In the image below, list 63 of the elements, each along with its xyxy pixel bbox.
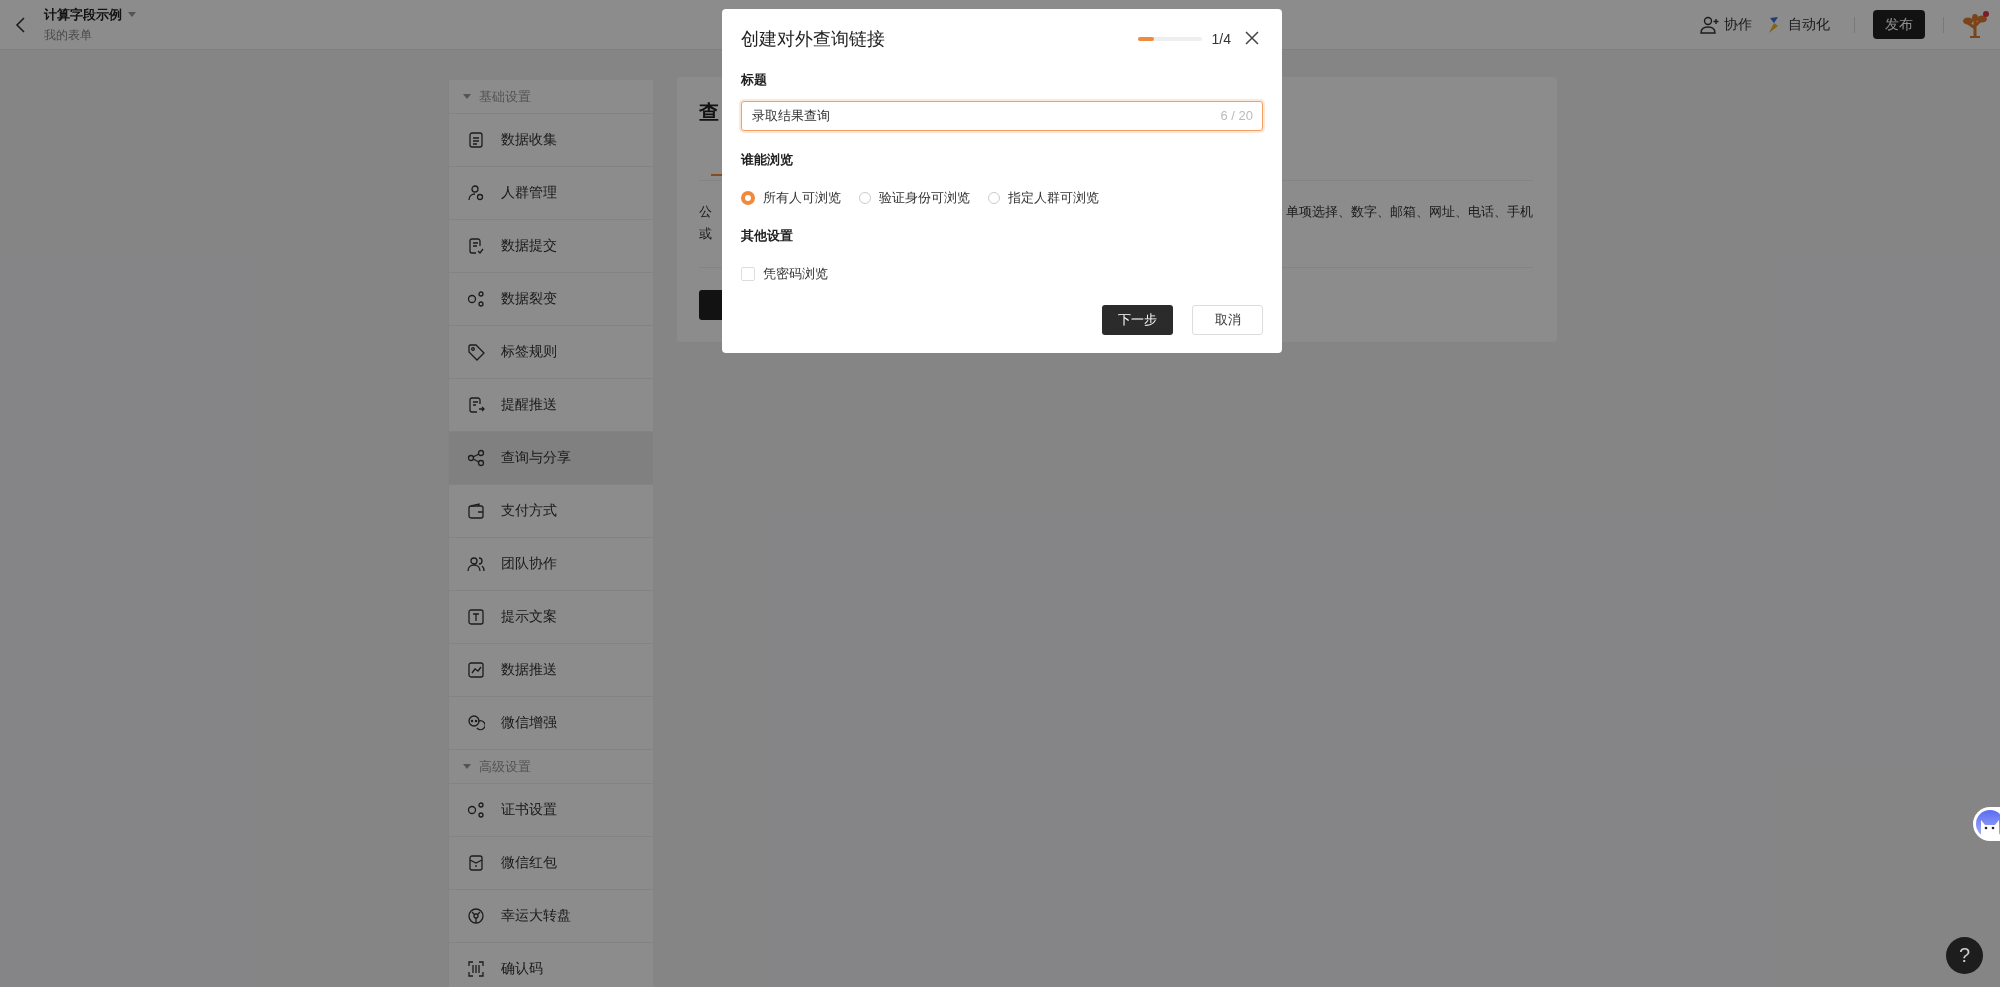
envelope-icon (467, 854, 485, 872)
field-label: 其他设置 (741, 227, 794, 245)
help-button[interactable]: ? (1946, 937, 1983, 974)
back-icon[interactable] (14, 15, 28, 34)
add-user-icon (1700, 15, 1720, 34)
sidebar-item[interactable]: 查询与分享 (449, 432, 653, 485)
sidebar-item[interactable]: 微信红包 (449, 837, 653, 890)
sidebar-item[interactable]: 数据推送 (449, 644, 653, 697)
sidebar-item[interactable]: 人群管理 (449, 167, 653, 220)
checkbox-label: 凭密码浏览 (763, 265, 828, 283)
sidebar-item[interactable]: 团队协作 (449, 538, 653, 591)
nodes-icon (467, 290, 485, 308)
radio-label: 指定人群可浏览 (1008, 189, 1099, 207)
visibility-radio[interactable]: 所有人可浏览 (741, 189, 841, 207)
cat-avatar-icon[interactable] (1972, 806, 2000, 842)
people-icon (467, 555, 485, 573)
chat-icon (467, 714, 485, 732)
cancel-button[interactable]: 取消 (1192, 305, 1263, 335)
field-label: 谁能浏览 (741, 151, 794, 169)
visibility-radio[interactable]: 指定人群可浏览 (988, 189, 1099, 207)
document-icon (467, 131, 485, 149)
share-icon (467, 449, 485, 467)
form-subtitle: 我的表单 (44, 26, 93, 44)
wheel-icon (467, 907, 485, 925)
step-counter: 1/4 (1211, 31, 1231, 47)
close-icon (1245, 30, 1259, 45)
wallet-icon (467, 502, 485, 520)
field-label: 标题 (741, 71, 768, 89)
tag-icon (467, 343, 485, 361)
dialog-title: 创建对外查询链接 (741, 28, 886, 51)
text-box-icon (467, 608, 485, 626)
radio-label: 所有人可浏览 (763, 189, 841, 207)
visibility-radio[interactable]: 验证身份可浏览 (859, 189, 970, 207)
sidebar-item[interactable]: 支付方式 (449, 485, 653, 538)
document-check-icon (467, 237, 485, 255)
description-text: 单项选择、数字、邮箱、网址、电话、手机 (1286, 203, 1533, 221)
description-text: 公 (699, 203, 712, 221)
document-arrow-icon (467, 396, 485, 414)
sidebar-item[interactable]: 数据收集 (449, 114, 653, 167)
password-checkbox[interactable]: 凭密码浏览 (741, 265, 828, 283)
sidebar-item[interactable]: 标签规则 (449, 326, 653, 379)
scan-icon (467, 960, 485, 978)
caret-icon[interactable] (128, 11, 136, 18)
sidebar-item[interactable]: 数据提交 (449, 220, 653, 273)
plant-logo-icon[interactable] (1962, 9, 1990, 40)
radio-label: 验证身份可浏览 (879, 189, 970, 207)
sidebar-item[interactable]: 确认码 (449, 943, 653, 987)
automation-button[interactable]: 自动化 (1758, 15, 1836, 34)
sidebar-item[interactable]: 数据裂变 (449, 273, 653, 326)
person-icon (467, 184, 485, 202)
sidebar-item[interactable]: 提示文案 (449, 591, 653, 644)
sidebar-item[interactable]: 微信增强 (449, 697, 653, 750)
nodes-icon (467, 801, 485, 819)
card-title: 查 (699, 100, 719, 125)
sidebar-item[interactable]: 幸运大转盘 (449, 890, 653, 943)
collaborate-button[interactable]: 协作 (1694, 15, 1758, 34)
chart-icon (467, 661, 485, 679)
next-button[interactable]: 下一步 (1102, 305, 1173, 335)
publish-button[interactable]: 发布 (1873, 10, 1925, 39)
form-title: 计算字段示例 (44, 5, 122, 24)
description-text: 或 (699, 225, 712, 243)
sidebar-item[interactable]: 证书设置 (449, 784, 653, 837)
character-counter: 6 / 20 (1220, 108, 1253, 123)
